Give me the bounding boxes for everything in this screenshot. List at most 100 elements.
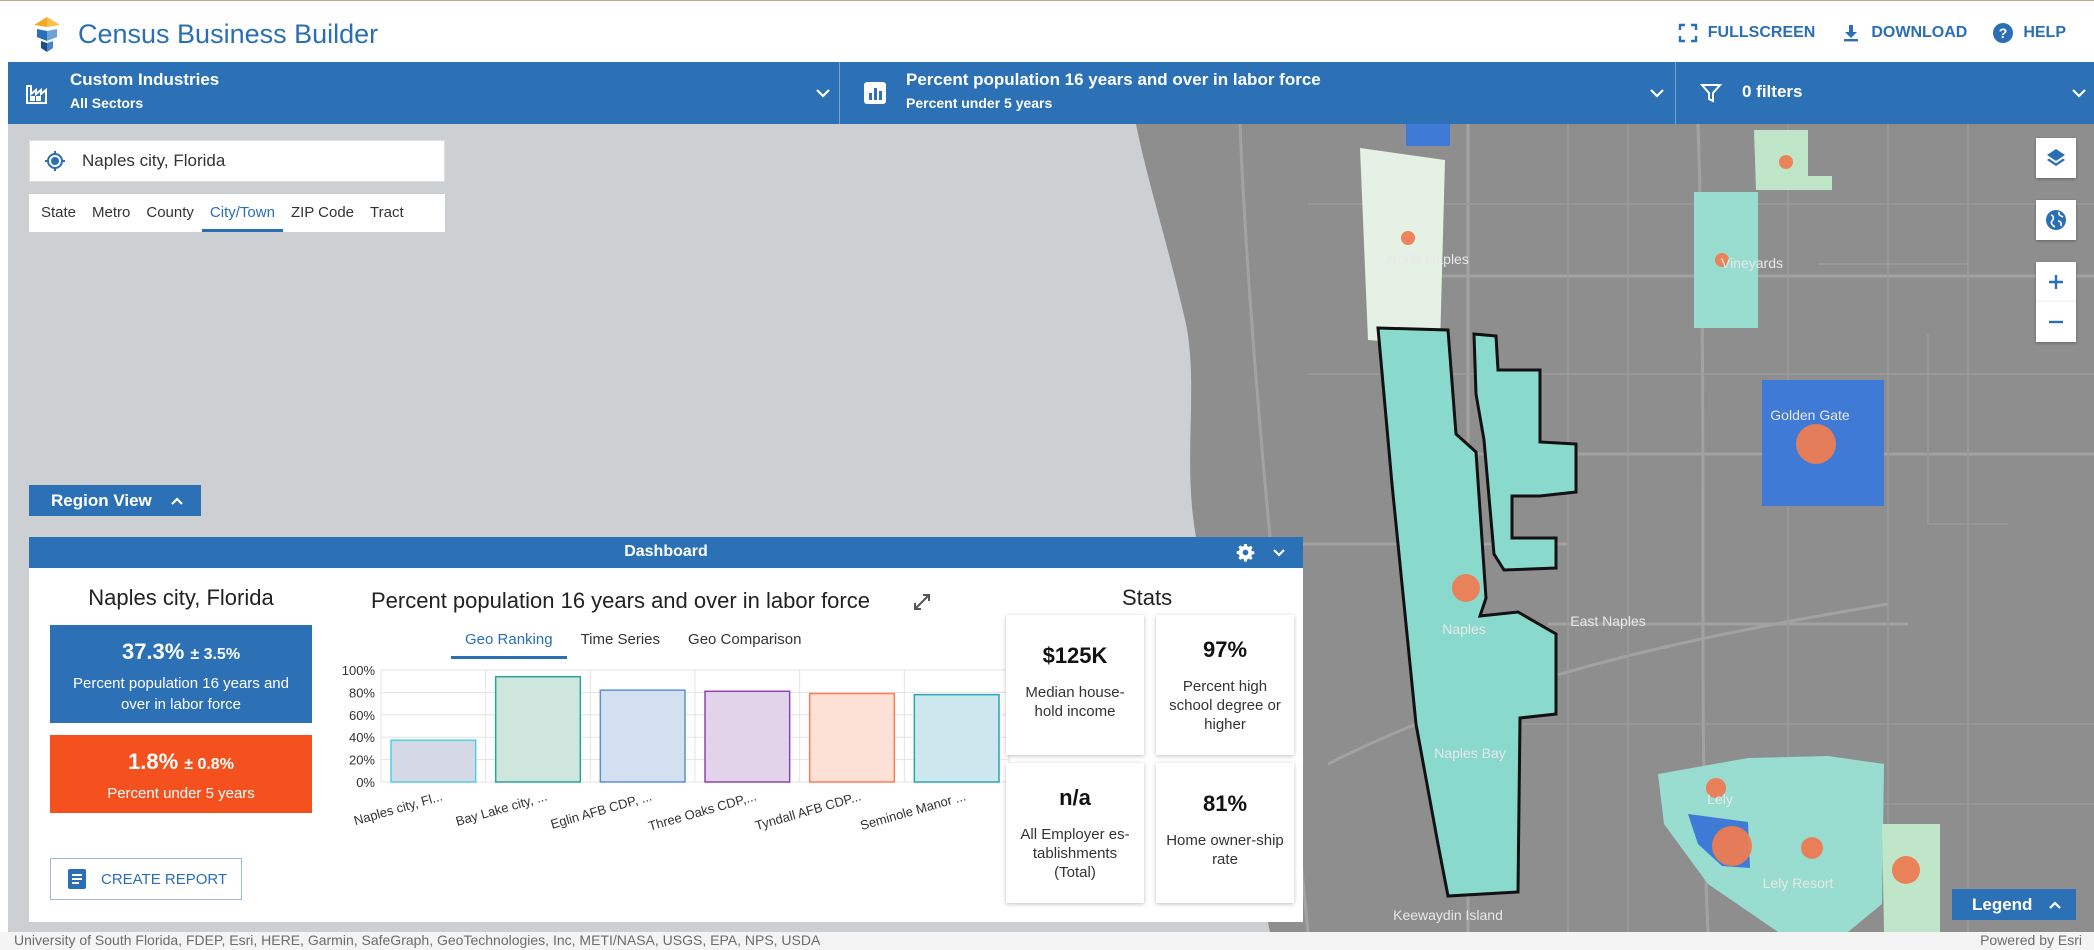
legend-button[interactable]: Legend: [1952, 889, 2076, 920]
attribution-text: University of South Florida, FDEP, Esri,…: [14, 932, 821, 948]
fullscreen-icon: [1678, 23, 1697, 43]
tab-city-town[interactable]: City/Town: [201, 194, 283, 232]
dashboard-panel: Dashboard Naples city, Florida 37.3% ± 3.…: [29, 537, 1303, 922]
app-header: Census Business Builder FULLSCREEN DOWNL…: [0, 0, 2094, 62]
stat-home-ownership: 81% Home owner-ship rate: [1156, 763, 1294, 903]
stat-value: $125K: [1042, 643, 1108, 668]
chart-title: Percent population 16 years and over in …: [371, 588, 870, 613]
chart-bar: [913, 693, 1000, 783]
factory-icon: [26, 85, 47, 104]
help-label: HELP: [2023, 24, 2066, 41]
chevron-down-icon[interactable]: [1271, 545, 1287, 561]
x-tick-label: Eglin AFB CDP, ...: [549, 788, 654, 831]
variable-selector[interactable]: Percent population 16 years and over in …: [840, 62, 1676, 124]
svg-text:?: ?: [1999, 25, 2008, 41]
stat-value: 81%: [1202, 791, 1248, 816]
y-tick-label: 80%: [349, 685, 375, 700]
map-label: Lely: [1707, 791, 1733, 807]
expand-icon[interactable]: [912, 592, 932, 612]
region-view-label: Region View: [51, 490, 152, 510]
map-label: East Naples: [1570, 613, 1645, 629]
tab-geo-ranking[interactable]: Geo Ranking: [451, 631, 567, 659]
map-label: Golden Gate: [1770, 407, 1850, 423]
y-tick-label: 40%: [349, 730, 375, 745]
chart-bar: [390, 739, 477, 783]
tab-geo-comparison[interactable]: Geo Comparison: [674, 631, 815, 659]
stat-value: n/a: [1059, 785, 1091, 810]
map-label: Vineyards: [1721, 255, 1783, 271]
create-report-button[interactable]: CREATE REPORT: [50, 858, 242, 900]
map-label: Naples Bay: [1434, 745, 1506, 761]
globe-icon: [2046, 210, 2066, 230]
download-button[interactable]: DOWNLOAD: [1841, 23, 1967, 43]
zoom-out-button[interactable]: [2036, 302, 2076, 342]
basemap-button[interactable]: [2036, 200, 2076, 240]
create-report-label: CREATE REPORT: [101, 870, 228, 888]
secondary-label: Percent under 5 years: [107, 785, 255, 802]
report-icon: [68, 869, 86, 889]
chevron-up-icon: [2049, 900, 2062, 909]
bar-chart-icon: [864, 82, 886, 104]
stat-high-school: 97% Percent high school degree or higher: [1156, 615, 1294, 755]
variable-subtitle: Percent under 5 years: [906, 95, 1053, 111]
filters-title: 0 filters: [1742, 82, 1803, 101]
chart-bar: [599, 689, 686, 783]
tab-metro[interactable]: Metro: [84, 194, 138, 232]
stat-label: Median house-hold income: [1025, 684, 1125, 720]
geo-ranking-chart: 0% 20% 40% 60% 80% 100% Naples city, Fl... Bay …: [342, 663, 1010, 834]
stat-employer-establishments: n/a All Employer es-tablishments (Total): [1006, 763, 1144, 903]
locate-icon: [45, 151, 65, 171]
filter-icon: [1700, 84, 1722, 103]
dashboard-title: Dashboard: [624, 543, 708, 560]
fullscreen-label: FULLSCREEN: [1707, 24, 1816, 41]
help-button[interactable]: ? HELP: [1993, 23, 2066, 43]
y-tick-label: 100%: [342, 663, 376, 678]
chevron-up-icon: [170, 496, 183, 505]
filters-selector[interactable]: 0 filters: [1676, 62, 2094, 124]
chart-tabs: Geo Ranking Time Series Geo Comparison: [451, 631, 815, 659]
map-label: Keewaydin Island: [1393, 907, 1503, 923]
location-search: [29, 140, 445, 182]
industry-selector[interactable]: Custom Industries All Sectors: [8, 62, 840, 124]
tab-zip-code[interactable]: ZIP Code: [283, 194, 362, 232]
search-input[interactable]: [82, 151, 402, 171]
selector-bar: Custom Industries All Sectors Percent po…: [8, 62, 2094, 124]
x-tick-label: Three Oaks CDP,...: [647, 788, 759, 833]
region-view-button[interactable]: Region View: [29, 485, 201, 516]
geo-level-tabs: State Metro County City/Town ZIP Code Tr…: [29, 194, 445, 232]
dashboard-header: Dashboard: [29, 537, 1303, 568]
fullscreen-button[interactable]: FULLSCREEN: [1678, 23, 1816, 43]
chevron-down-icon: [1650, 89, 1664, 98]
y-tick-label: 20%: [349, 753, 375, 768]
gear-icon[interactable]: [1236, 543, 1255, 562]
primary-value: 37.3%: [121, 639, 185, 664]
app-title: Census Business Builder: [78, 19, 379, 49]
chart-bar: [704, 690, 791, 783]
primary-stat-card: 37.3% ± 3.5% Percent population 16 years …: [50, 625, 312, 723]
layers-icon: [2047, 149, 2065, 166]
chart-bar: [494, 675, 582, 783]
tab-state[interactable]: State: [33, 194, 84, 232]
legend-label: Legend: [1972, 894, 2033, 914]
secondary-value: 1.8%: [128, 749, 179, 774]
tab-tract[interactable]: Tract: [362, 194, 412, 232]
tab-county[interactable]: County: [138, 194, 202, 232]
secondary-moe: ± 0.8%: [184, 756, 234, 773]
stat-label: All Employer es-tablishments (Total): [1020, 826, 1130, 881]
place-title: Naples city, Florida: [88, 585, 274, 610]
x-tick-label: Naples city, Fl...: [352, 788, 444, 828]
zoom-in-button[interactable]: [2036, 262, 2076, 302]
chevron-down-icon: [2072, 89, 2086, 98]
map-label: Naples: [1442, 621, 1486, 637]
layers-button[interactable]: [2036, 138, 2076, 178]
chevron-down-icon: [816, 89, 830, 98]
stat-value: 97%: [1202, 637, 1248, 662]
x-tick-label: Bay Lake city, ...: [454, 788, 549, 828]
x-tick-label: Seminole Manor ...: [858, 788, 967, 832]
tab-time-series[interactable]: Time Series: [567, 631, 674, 659]
plus-icon: [2049, 275, 2063, 289]
help-icon: ?: [1993, 23, 2014, 43]
minus-icon: [2049, 320, 2063, 324]
stat-median-income: $125K Median house-hold income: [1006, 615, 1144, 755]
powered-by-esri[interactable]: Powered by Esri: [1980, 932, 2082, 948]
